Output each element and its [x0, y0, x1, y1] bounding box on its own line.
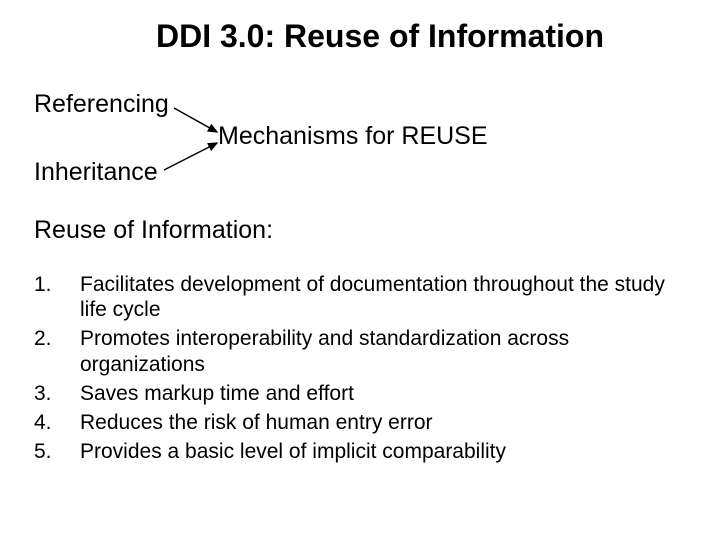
mechanisms-diagram: Referencing Inheritance Mechanisms for R… [34, 90, 674, 190]
list-text: Provides a basic level of implicit compa… [80, 439, 506, 464]
list-number: 1. [34, 272, 80, 297]
list-item: 4. Reduces the risk of human entry error [34, 410, 684, 435]
list-number: 4. [34, 410, 80, 435]
list-text: Facilitates development of documentation… [80, 272, 684, 322]
list-text: Reduces the risk of human entry error [80, 410, 433, 435]
referencing-label: Referencing [34, 90, 169, 119]
reuse-list: 1. Facilitates development of documentat… [34, 272, 684, 468]
page-title: DDI 3.0: Reuse of Information [0, 18, 720, 55]
list-item: 2. Promotes interoperability and standar… [34, 326, 684, 376]
list-text: Saves markup time and effort [80, 381, 354, 406]
list-item: 5. Provides a basic level of implicit co… [34, 439, 684, 464]
mechanisms-target-label: Mechanisms for REUSE [218, 122, 488, 151]
reuse-subheading: Reuse of Information: [34, 216, 273, 245]
list-number: 3. [34, 381, 80, 406]
list-item: 3. Saves markup time and effort [34, 381, 684, 406]
list-item: 1. Facilitates development of documentat… [34, 272, 684, 322]
list-number: 2. [34, 326, 80, 351]
list-text: Promotes interoperability and standardiz… [80, 326, 684, 376]
inheritance-label: Inheritance [34, 158, 158, 187]
list-number: 5. [34, 439, 80, 464]
